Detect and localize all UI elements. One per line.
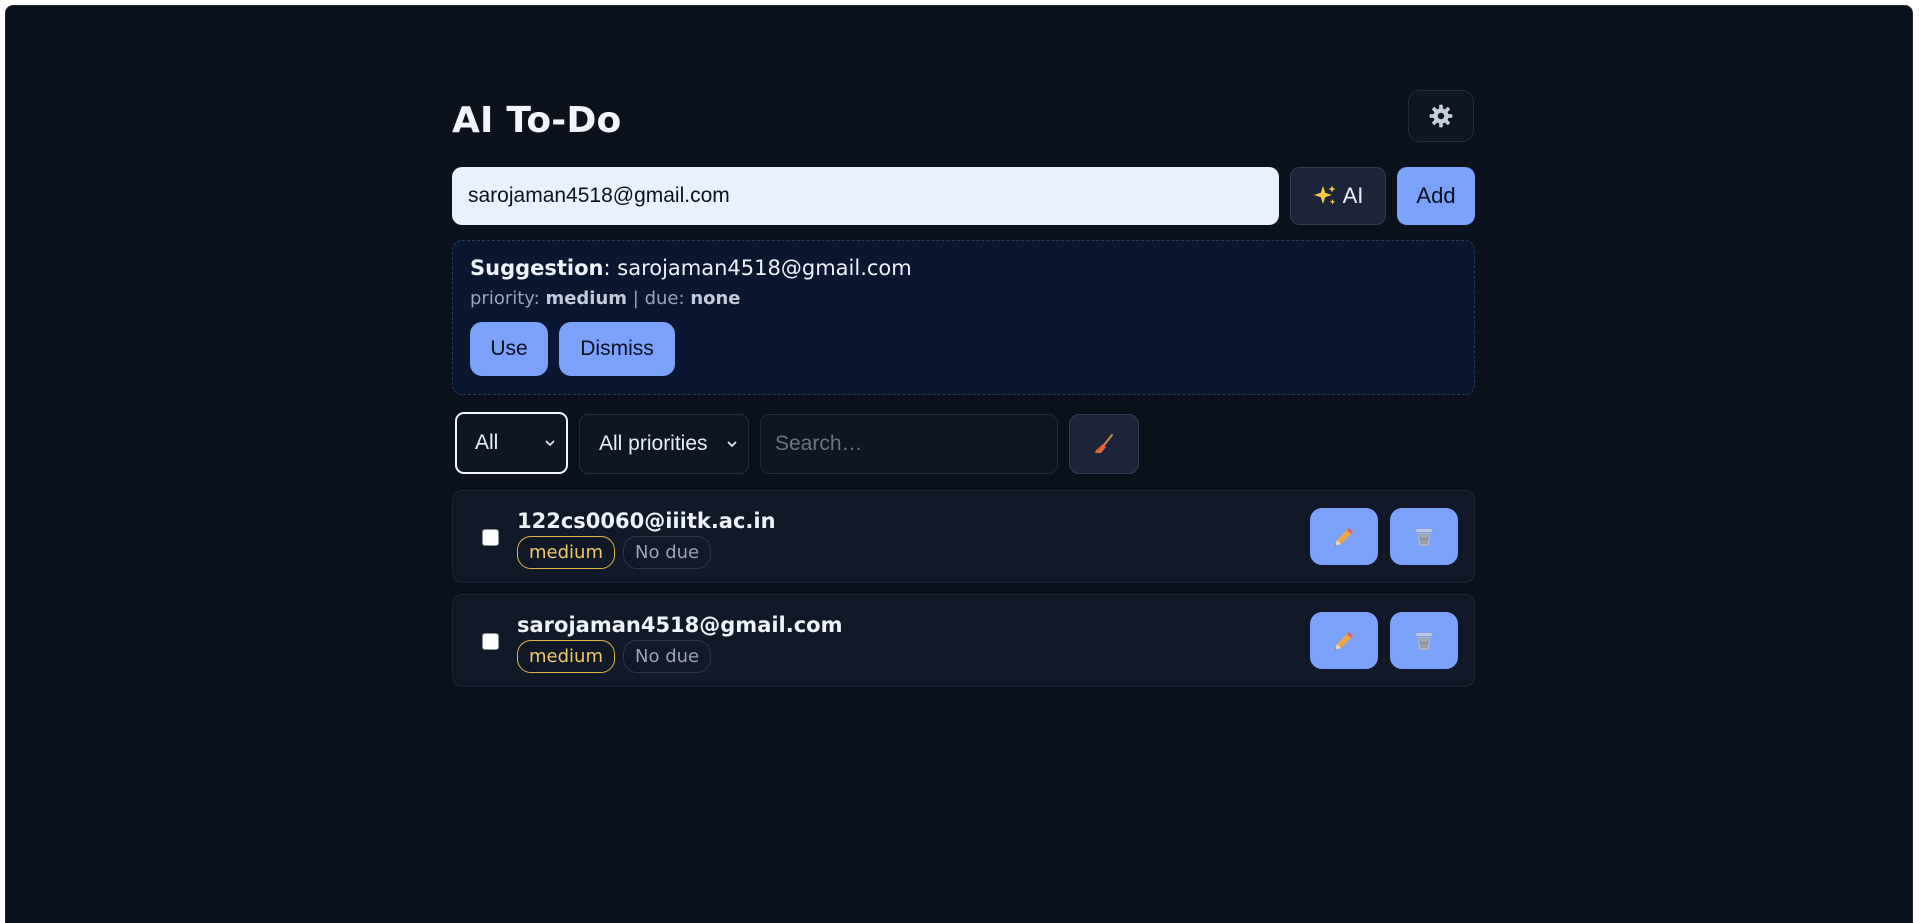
clear-completed-button[interactable] xyxy=(1069,414,1139,474)
delete-task-button[interactable] xyxy=(1390,612,1458,669)
sparkles-icon xyxy=(1313,185,1336,205)
ai-suggest-button[interactable]: AI xyxy=(1290,167,1386,225)
pencil-icon xyxy=(1335,631,1353,650)
app-window: AI To-Do AI Add Suggesti xyxy=(5,5,1913,923)
suggestion-due-label: due: xyxy=(644,288,685,309)
broom-icon xyxy=(1095,434,1113,453)
pencil-icon xyxy=(1335,527,1353,546)
suggestion-panel: Suggestion: sarojaman4518@gmail.com prio… xyxy=(452,240,1475,395)
suggestion-priority-value: medium xyxy=(545,288,628,309)
add-button[interactable]: Add xyxy=(1397,167,1475,225)
suggestion-text: Suggestion: sarojaman4518@gmail.com xyxy=(470,256,912,280)
edit-task-button[interactable] xyxy=(1310,612,1378,669)
suggestion-separator: | xyxy=(632,288,639,309)
delete-task-button[interactable] xyxy=(1390,508,1458,565)
chevron-down-icon xyxy=(545,440,555,447)
due-badge: No due xyxy=(623,536,712,569)
priority-badge: medium xyxy=(517,640,615,673)
priority-filter-select[interactable]: All priorities xyxy=(579,414,749,474)
task-title: sarojaman4518@gmail.com xyxy=(517,613,843,637)
suggestion-priority-label: priority: xyxy=(470,288,540,309)
suggestion-heading: Suggestion xyxy=(470,256,604,280)
settings-button[interactable] xyxy=(1408,90,1474,142)
priority-badge: medium xyxy=(517,536,615,569)
wastebasket-icon xyxy=(1416,632,1432,650)
edit-task-button[interactable] xyxy=(1310,508,1378,565)
status-filter-value: All xyxy=(475,431,499,454)
priority-filter-value: All priorities xyxy=(599,432,708,455)
task-title: 122cs0060@iiitk.ac.in xyxy=(517,509,776,533)
suggestion-value: sarojaman4518@gmail.com xyxy=(617,256,912,280)
search-input[interactable] xyxy=(760,414,1058,474)
status-filter-select[interactable]: All xyxy=(455,412,568,474)
wastebasket-icon xyxy=(1416,528,1432,546)
suggestion-meta: priority: medium | due: none xyxy=(470,288,741,309)
dismiss-suggestion-button[interactable]: Dismiss xyxy=(559,322,675,376)
gear-icon xyxy=(1429,104,1453,128)
task-checkbox[interactable] xyxy=(482,633,499,650)
suggestion-due-value: none xyxy=(690,288,741,309)
chevron-down-icon xyxy=(727,441,737,448)
page-title: AI To-Do xyxy=(452,100,622,141)
task-item: sarojaman4518@gmail.com medium No due xyxy=(452,594,1475,687)
due-badge: No due xyxy=(623,640,712,673)
ai-button-label: AI xyxy=(1342,183,1364,208)
task-input[interactable] xyxy=(452,167,1279,225)
task-checkbox[interactable] xyxy=(482,529,499,546)
task-item: 122cs0060@iiitk.ac.in medium No due xyxy=(452,490,1475,583)
use-suggestion-button[interactable]: Use xyxy=(470,322,548,376)
